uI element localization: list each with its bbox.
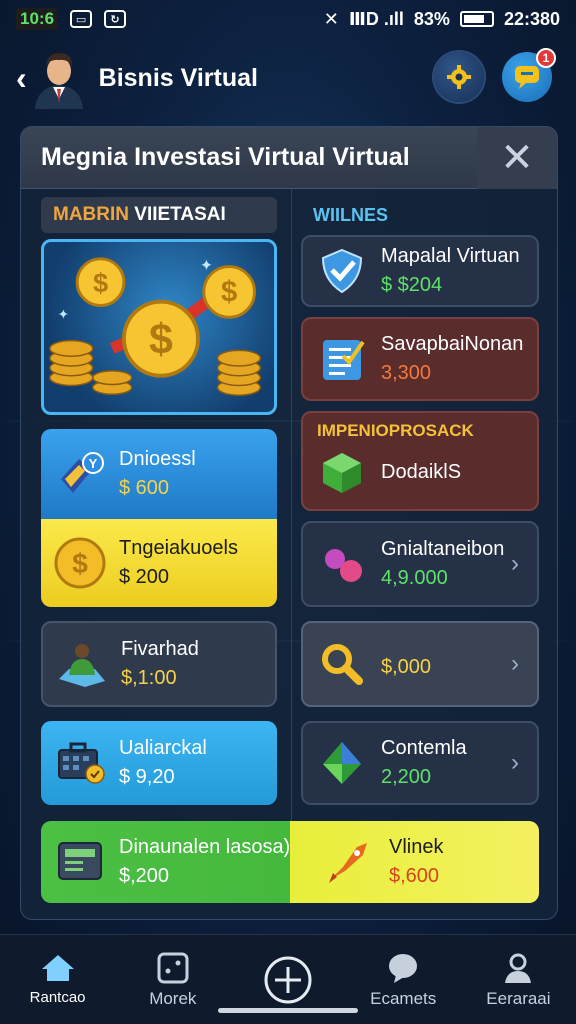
rocket-icon <box>323 835 377 889</box>
svg-text:$: $ <box>72 548 88 579</box>
notification-badge: 1 <box>536 48 556 68</box>
svg-text:Y: Y <box>89 456 98 471</box>
right-card-5-value: $,000 <box>381 655 432 678</box>
right-card-3-value: DodaiklS <box>381 460 462 483</box>
checklist-icon <box>315 332 369 386</box>
right-card-3[interactable]: IMPENIOPROSACK DodaiklS <box>301 411 539 511</box>
left-card-2-name: Tngeiakuoels <box>119 537 238 559</box>
mute-icon: ✕ <box>323 8 339 29</box>
magnifier-icon <box>315 637 369 691</box>
add-circle-icon <box>264 956 312 1003</box>
app-title: Bisnis Virtual <box>98 63 258 92</box>
cube-icon <box>315 445 369 499</box>
profile-icon <box>505 953 532 983</box>
chevron-right-icon: › <box>511 749 519 776</box>
avatar[interactable] <box>31 47 87 109</box>
right-card-6[interactable]: Contemla 2,200 › <box>301 721 539 805</box>
left-card-4-value: $ 9,20 <box>119 766 175 788</box>
calculator-icon <box>53 835 107 889</box>
notification-icon: ↻ <box>104 10 127 28</box>
right-card-1[interactable]: Mapalal Virtuan $ $204 <box>301 235 539 307</box>
svg-text:$: $ <box>149 315 173 363</box>
close-icon: ✕ <box>500 135 534 180</box>
right-card-4[interactable]: Gnialtaneibon 4,9.000 › <box>301 521 539 607</box>
status-time: 10:6 <box>16 8 59 30</box>
left-card-4[interactable]: Ualiarckal $ 9,20 <box>41 721 277 805</box>
battery-icon <box>459 11 494 27</box>
status-bar: 10:6 ▭ ↻ ✕ ⅢD .ıll 83% 22:380 <box>0 0 576 38</box>
panel-title: Megnia Investasi Virtual Virtual <box>41 143 410 171</box>
right-card-1-value: $ $204 <box>381 274 443 296</box>
left-card-1-name: Dnioessl <box>119 448 196 470</box>
battery-percent: 83% <box>413 8 450 29</box>
right-card-6-value: 2,200 <box>381 766 432 788</box>
investment-panel: Megnia Investasi Virtual Virtual ✕ MABRI… <box>20 126 558 920</box>
molecule-icon <box>315 537 369 591</box>
home-indicator[interactable] <box>218 1008 358 1013</box>
chevron-left-icon[interactable]: ‹ <box>16 60 27 97</box>
right-card-1-name: Mapalal Virtuan <box>381 245 520 267</box>
left-card-2[interactable]: $ Tngeiakuoels $ 200 <box>41 519 277 607</box>
nav-item-market[interactable]: Morek <box>115 935 230 1024</box>
chevron-right-icon: › <box>511 650 519 677</box>
section-label-right: WIILNES <box>313 205 388 225</box>
column-divider <box>291 189 292 889</box>
right-card-2-name: SavapbaiNonan <box>381 333 524 355</box>
wide-card[interactable]: Dinaunalen lasosa) $,200 Vlinek $,600 <box>41 821 539 903</box>
status-clock: 22:380 <box>503 8 560 29</box>
svg-text:$: $ <box>93 267 108 298</box>
person-map-icon <box>55 637 109 691</box>
left-card-4-name: Ualiarckal <box>119 737 207 759</box>
right-card-6-name: Contemla <box>381 737 467 759</box>
nav-item-profile[interactable]: Eeraraai <box>461 935 576 1024</box>
right-card-4-value: 4,9.000 <box>381 567 448 589</box>
dice-icon <box>157 952 189 983</box>
section-label-left: MABRIN VIIETASAI <box>41 197 277 233</box>
svg-text:✦: ✦ <box>58 307 69 322</box>
coin-icon: $ <box>53 536 107 590</box>
left-card-3[interactable]: Fivarhad $,1:00 <box>41 621 277 707</box>
gear-icon <box>447 65 471 89</box>
left-card-3-name: Fivarhad <box>121 638 199 660</box>
right-card-3-name: IMPENIOPROSACK <box>317 421 474 440</box>
close-button[interactable]: ✕ <box>477 127 557 189</box>
svg-text:$: $ <box>221 277 237 309</box>
chevron-right-icon: › <box>511 550 519 577</box>
briefcase-icon <box>53 736 107 790</box>
wide-card-right-value: $,600 <box>389 865 440 887</box>
nav-item-comments[interactable]: Ecamets <box>346 935 461 1024</box>
left-card-2-value: $ 200 <box>119 566 170 588</box>
svg-text:✦: ✦ <box>200 257 213 274</box>
right-card-5[interactable]: $,000 › <box>301 621 539 707</box>
chat-bubble-icon <box>389 953 418 983</box>
right-card-4-name: Gnialtaneibon <box>381 538 505 560</box>
right-card-2[interactable]: SavapbaiNonan 3,300 <box>301 317 539 401</box>
signal-icon: ⅢD .ıll <box>348 8 404 29</box>
left-card-1[interactable]: Y Dnioessl $ 600 <box>41 429 277 519</box>
crystal-icon: Y <box>53 447 107 501</box>
app-header: ‹ Bisnis Virtual 1 <box>0 44 576 112</box>
wide-card-left-name: Dinaunalen lasosa) <box>119 836 291 858</box>
hero-coins-image: $ $ $ ✦ ✦ <box>41 239 277 415</box>
nav-item-home[interactable]: Rantcao <box>0 935 115 1024</box>
shield-check-icon <box>315 244 369 298</box>
settings-button[interactable] <box>434 52 484 102</box>
wide-card-left-value: $,200 <box>119 865 170 887</box>
left-card-1-value: $ 600 <box>119 477 170 499</box>
wide-card-right-name: Vlinek <box>389 836 444 858</box>
panel-header: Megnia Investasi Virtual Virtual ✕ <box>21 127 557 189</box>
right-card-2-value: 3,300 <box>381 362 432 384</box>
diamond-gem-icon <box>315 736 369 790</box>
home-icon <box>41 955 74 981</box>
chat-bubble-icon <box>515 66 539 89</box>
chat-button[interactable]: 1 <box>502 48 556 102</box>
left-card-3-value: $,1:00 <box>121 667 177 689</box>
message-icon: ▭ <box>70 10 93 28</box>
